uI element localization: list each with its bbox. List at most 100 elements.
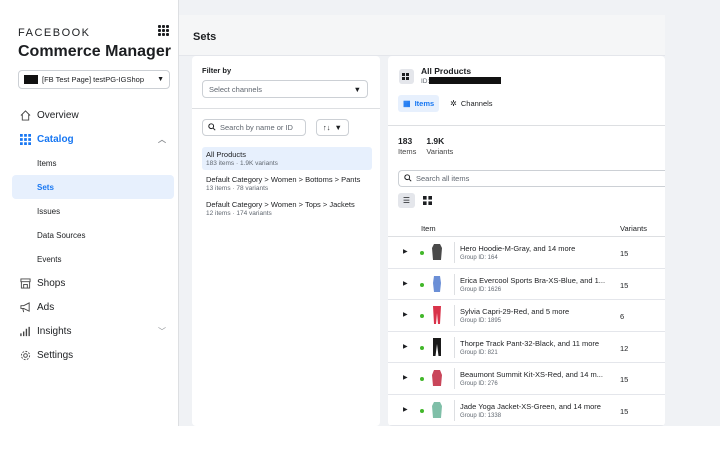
list-view-icon[interactable]: ☰	[398, 193, 415, 208]
product-thumbnail	[431, 368, 455, 389]
caret-down-icon: ▼	[157, 76, 164, 83]
sidebar-item-issues[interactable]: Issues	[12, 199, 174, 223]
status-dot	[420, 282, 424, 287]
table-row[interactable]: ▶ Thorpe Track Pant-32-Black, and 11 mor…	[388, 332, 665, 363]
table-row[interactable]: ▶ Jade Yoga Jacket-XS-Green, and 14 more…	[388, 395, 665, 426]
sidebar-item-label: Shops	[37, 277, 66, 289]
set-search-input[interactable]: Search by name or ID	[202, 119, 306, 136]
product-name: Sylvia Capri-29-Red, and 5 more	[460, 307, 570, 316]
channel-select-placeholder: Select channels	[209, 84, 262, 94]
product-thumbnail	[431, 399, 455, 421]
product-group-id: Group ID: 164	[460, 255, 498, 261]
stat-value: 183	[398, 136, 413, 146]
item-search-placeholder: Search all items	[416, 174, 470, 183]
channel-select[interactable]: Select channels ▼	[202, 80, 368, 98]
product-name: Erica Evercool Sports Bra-XS-Blue, and 1…	[460, 275, 606, 285]
product-group-id: Group ID: 1895	[460, 318, 502, 324]
sidebar-item-shops[interactable]: Shops	[12, 271, 174, 295]
product-variants: 15	[620, 406, 629, 416]
app-title: Commerce Manager	[18, 43, 171, 60]
caret-down-icon: ▼	[353, 84, 361, 94]
product-name: Beaumont Summit Kit-XS-Red, and 14 m...	[460, 370, 603, 379]
table-row[interactable]: ▶ Beaumont Summit Kit-XS-Red, and 14 m..…	[388, 363, 665, 395]
table-row[interactable]: ▶ Sylvia Capri-29-Red, and 5 more Group …	[388, 300, 665, 332]
house-icon	[19, 109, 31, 121]
items-grid-icon: ▦	[403, 99, 411, 108]
product-name: Jade Yoga Jacket-XS-Green, and 14 more	[460, 401, 601, 411]
set-id-redacted	[429, 77, 501, 84]
set-stats: 183 Items 1.9K Variants	[398, 136, 453, 156]
set-list: All Products 183 items · 1.9K variants D…	[202, 147, 372, 222]
sidebar-item-label: Insights	[37, 325, 72, 337]
tab-items[interactable]: ▦ Items	[398, 95, 440, 112]
product-variants: 12	[620, 343, 629, 353]
stat-value: 1.9K	[426, 136, 445, 146]
sidebar-item-sets[interactable]: Sets	[12, 175, 174, 199]
table-row[interactable]: ▶ Hero Hoodie-M-Gray, and 14 more Group …	[388, 237, 665, 269]
storefront-icon	[19, 277, 31, 289]
caret-down-icon: ▼	[334, 123, 342, 132]
divider	[192, 108, 380, 109]
expand-arrow-icon[interactable]: ▶	[403, 248, 408, 255]
expand-arrow-icon[interactable]: ▶	[403, 406, 408, 413]
set-name: Default Category > Women > Bottoms > Pan…	[206, 175, 361, 184]
stat-label: Variants	[426, 147, 454, 156]
filter-label: Filter by	[202, 66, 232, 75]
set-item[interactable]: Default Category > Women > Tops > Jacket…	[202, 197, 372, 220]
sidebar-item-ads[interactable]: Ads	[12, 295, 174, 319]
sidebar-item-catalog[interactable]: Catalog ︿	[12, 127, 174, 151]
sidebar-nav: Overview Catalog ︿ Items Sets Issues Dat…	[12, 103, 174, 367]
chevron-up-icon: ︿	[158, 134, 166, 144]
megaphone-icon	[19, 301, 31, 313]
gear-icon	[19, 349, 31, 361]
stat-label: Items	[398, 147, 417, 156]
product-variants: 15	[620, 375, 629, 384]
sidebar-item-label: Catalog	[37, 133, 74, 145]
tab-channels[interactable]: ✲ Channels	[445, 95, 497, 112]
sidebar-item-overview[interactable]: Overview	[12, 103, 174, 127]
facebook-brand: FACEBOOK	[18, 27, 91, 39]
detail-tabs: ▦ Items ✲ Channels	[398, 95, 504, 112]
sidebar-item-items[interactable]: Items	[12, 151, 174, 175]
bar-chart-icon	[19, 325, 31, 337]
status-dot	[420, 251, 424, 255]
sidebar-item-label: Overview	[37, 109, 79, 121]
sidebar-item-events[interactable]: Events	[12, 247, 174, 271]
item-search-input[interactable]: Search all items	[398, 170, 665, 187]
product-group-id: Group ID: 821	[460, 349, 498, 356]
channels-icon: ✲	[450, 99, 457, 108]
status-dot	[420, 408, 424, 413]
sidebar-item-data-sources[interactable]: Data Sources	[12, 223, 174, 247]
set-meta: 183 items · 1.9K variants	[206, 160, 278, 167]
column-header-variants: Variants	[620, 224, 647, 233]
tab-label: Items	[414, 99, 435, 108]
expand-arrow-icon[interactable]: ▶	[403, 280, 408, 287]
grid-view-icon[interactable]	[419, 193, 436, 208]
shop-selector[interactable]: [FB Test Page] testPG-IGShop ▼	[18, 70, 170, 89]
expand-arrow-icon[interactable]: ▶	[403, 343, 408, 350]
product-group-id: Group ID: 276	[460, 381, 498, 387]
product-thumbnail	[431, 336, 455, 358]
set-item[interactable]: Default Category > Women > Bottoms > Pan…	[202, 172, 372, 195]
expand-arrow-icon[interactable]: ▶	[403, 374, 408, 381]
sidebar-item-insights[interactable]: Insights ﹀	[12, 319, 174, 343]
set-search-placeholder: Search by name or ID	[220, 123, 293, 132]
chevron-down-icon: ﹀	[158, 326, 166, 336]
set-grid-icon	[399, 69, 414, 84]
tab-label: Channels	[460, 99, 493, 108]
product-variants: 15	[620, 280, 629, 290]
set-item[interactable]: All Products 183 items · 1.9K variants	[202, 147, 372, 170]
apps-grid-icon[interactable]	[158, 25, 169, 36]
set-title: All Products	[421, 66, 472, 76]
page-header	[179, 15, 665, 56]
product-thumbnail	[431, 273, 455, 295]
shop-selector-label: [FB Test Page] testPG-IGShop	[42, 75, 144, 84]
expand-arrow-icon[interactable]: ▶	[403, 311, 408, 318]
sidebar-item-label: Ads	[37, 301, 55, 313]
sort-button[interactable]: ↑↓ ▼	[316, 119, 349, 136]
sidebar: FACEBOOK Commerce Manager [FB Test Page]…	[0, 0, 179, 426]
stat-items: 183 Items	[398, 136, 416, 156]
product-name: Thorpe Track Pant-32-Black, and 11 more	[460, 338, 600, 348]
sidebar-item-settings[interactable]: Settings	[12, 343, 174, 367]
table-row[interactable]: ▶ Erica Evercool Sports Bra-XS-Blue, and…	[388, 269, 665, 300]
